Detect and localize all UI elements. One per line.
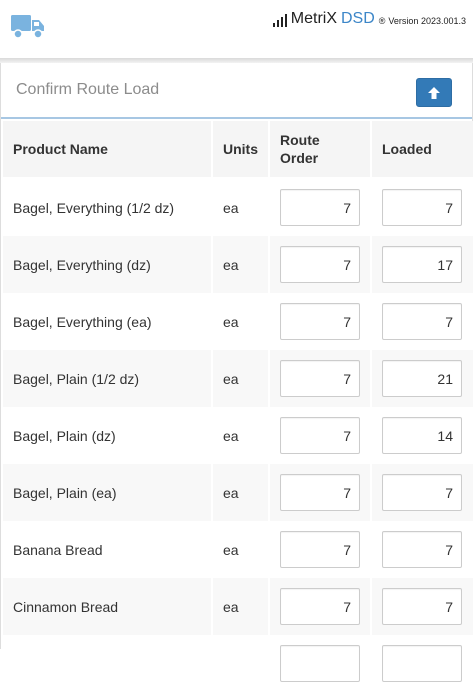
delivery-truck-icon[interactable] bbox=[11, 13, 45, 39]
product-name-cell: Cinnamon Bread bbox=[3, 578, 211, 635]
loaded-input[interactable] bbox=[382, 531, 462, 568]
loaded-input[interactable] bbox=[382, 303, 462, 340]
route-order-input[interactable] bbox=[280, 588, 360, 625]
route-order-cell bbox=[268, 464, 370, 521]
loaded-cell bbox=[370, 179, 473, 236]
product-name-cell bbox=[3, 635, 211, 692]
loaded-input[interactable] bbox=[382, 645, 462, 682]
column-header-units[interactable]: Units bbox=[211, 121, 268, 179]
column-header-loaded[interactable]: Loaded bbox=[370, 121, 473, 179]
loaded-cell bbox=[370, 236, 473, 293]
table-row: Cinnamon Bread ea bbox=[3, 578, 473, 635]
route-order-line2: Order bbox=[280, 150, 319, 166]
brand-block: MetriX DSD ® Version 2023.001.3 bbox=[272, 9, 466, 27]
loaded-cell bbox=[370, 464, 473, 521]
loaded-input[interactable] bbox=[382, 588, 462, 625]
route-order-input[interactable] bbox=[280, 645, 360, 682]
product-name-cell: Bagel, Everything (dz) bbox=[3, 236, 211, 293]
loaded-input[interactable] bbox=[382, 360, 462, 397]
units-cell: ea bbox=[211, 521, 268, 578]
units-cell: ea bbox=[211, 464, 268, 521]
loaded-cell bbox=[370, 407, 473, 464]
route-order-cell bbox=[268, 293, 370, 350]
route-order-line1: Route bbox=[280, 132, 320, 148]
loaded-input[interactable] bbox=[382, 246, 462, 283]
registered-mark: ® bbox=[378, 16, 386, 26]
route-order-input[interactable] bbox=[280, 189, 360, 226]
route-order-input[interactable] bbox=[280, 417, 360, 454]
units-cell bbox=[211, 635, 268, 692]
route-order-cell bbox=[268, 635, 370, 692]
signal-bars-icon bbox=[272, 14, 287, 27]
table-row bbox=[3, 635, 473, 692]
route-order-cell bbox=[268, 179, 370, 236]
route-order-input[interactable] bbox=[280, 531, 360, 568]
route-order-input[interactable] bbox=[280, 474, 360, 511]
route-order-input[interactable] bbox=[280, 360, 360, 397]
loaded-cell bbox=[370, 293, 473, 350]
loaded-cell bbox=[370, 521, 473, 578]
table-row: Bagel, Plain (1/2 dz) ea bbox=[3, 350, 473, 407]
table-row: Bagel, Everything (1/2 dz) ea bbox=[3, 179, 473, 236]
table-row: Bagel, Plain (dz) ea bbox=[3, 407, 473, 464]
units-cell: ea bbox=[211, 236, 268, 293]
upload-button[interactable] bbox=[416, 78, 452, 107]
route-order-input[interactable] bbox=[280, 246, 360, 283]
panel-title: Confirm Route Load bbox=[16, 81, 160, 98]
brand-suffix: DSD bbox=[341, 10, 375, 27]
route-order-cell bbox=[268, 350, 370, 407]
confirm-route-load-panel: Confirm Route Load Product Name Units Ro… bbox=[0, 63, 473, 692]
units-cell: ea bbox=[211, 578, 268, 635]
units-cell: ea bbox=[211, 293, 268, 350]
loaded-cell bbox=[370, 635, 473, 692]
table-row: Banana Bread ea bbox=[3, 521, 473, 578]
loaded-input[interactable] bbox=[382, 189, 462, 226]
table-header-row: Product Name Units Route Order Loaded bbox=[3, 121, 473, 179]
column-header-product-name[interactable]: Product Name bbox=[3, 121, 211, 179]
route-order-cell bbox=[268, 578, 370, 635]
product-name-cell: Bagel, Everything (1/2 dz) bbox=[3, 179, 211, 236]
route-order-cell bbox=[268, 521, 370, 578]
route-load-table: Product Name Units Route Order Loaded Ba… bbox=[3, 121, 473, 692]
units-cell: ea bbox=[211, 179, 268, 236]
brand-name: MetriX bbox=[290, 10, 337, 27]
column-header-route-order[interactable]: Route Order bbox=[268, 121, 370, 179]
table-row: Bagel, Plain (ea) ea bbox=[3, 464, 473, 521]
route-order-cell bbox=[268, 236, 370, 293]
loaded-cell bbox=[370, 578, 473, 635]
panel-header: Confirm Route Load bbox=[1, 63, 472, 119]
product-name-cell: Bagel, Plain (dz) bbox=[3, 407, 211, 464]
table-row: Bagel, Everything (ea) ea bbox=[3, 293, 473, 350]
units-cell: ea bbox=[211, 407, 268, 464]
arrow-up-icon bbox=[428, 86, 440, 99]
product-name-cell: Bagel, Plain (ea) bbox=[3, 464, 211, 521]
table-row: Bagel, Everything (dz) ea bbox=[3, 236, 473, 293]
loaded-input[interactable] bbox=[382, 417, 462, 454]
version-label: Version 2023.001.3 bbox=[388, 16, 466, 26]
units-cell: ea bbox=[211, 350, 268, 407]
route-order-input[interactable] bbox=[280, 303, 360, 340]
product-name-cell: Bagel, Everything (ea) bbox=[3, 293, 211, 350]
loaded-input[interactable] bbox=[382, 474, 462, 511]
loaded-cell bbox=[370, 350, 473, 407]
top-bar: MetriX DSD ® Version 2023.001.3 bbox=[0, 0, 473, 58]
product-name-cell: Bagel, Plain (1/2 dz) bbox=[3, 350, 211, 407]
route-order-cell bbox=[268, 407, 370, 464]
product-name-cell: Banana Bread bbox=[3, 521, 211, 578]
